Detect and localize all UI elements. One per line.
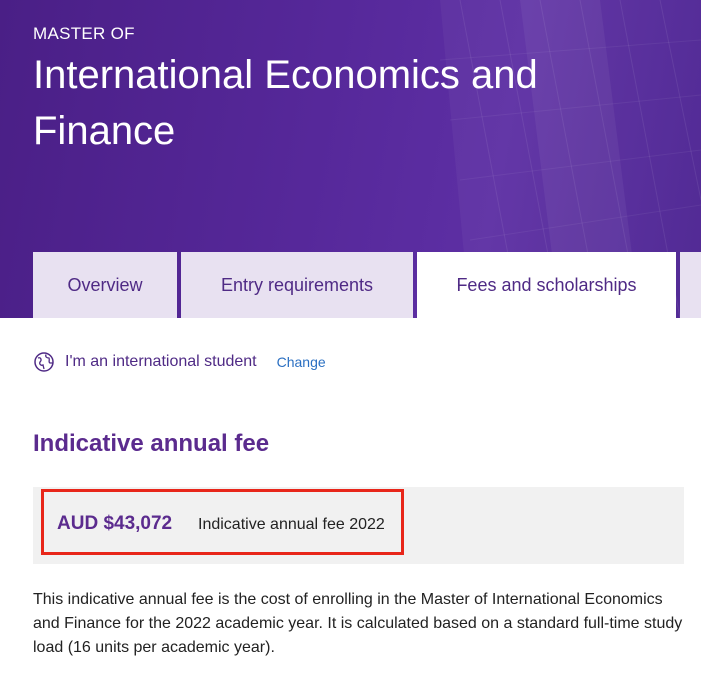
student-type-selector: I'm an international student Change [33,350,326,374]
tab-entry-requirements[interactable]: Entry requirements [181,252,413,318]
fee-description: This indicative annual fee is the cost o… [33,591,683,656]
fee-amount: AUD $43,072 [57,513,173,534]
change-student-type-link[interactable]: Change [277,354,326,370]
globe-icon [33,351,55,373]
page-title: International Economics and Finance [33,53,538,153]
section-title-indicative-fee: Indicative annual fee [33,430,270,457]
tab-more[interactable] [680,252,701,318]
course-level-label: MASTER OF [33,24,135,43]
tab-overview[interactable]: Overview [33,252,177,318]
fee-year-label: Indicative annual fee 2022 [198,516,385,533]
tab-fees-and-scholarships[interactable]: Fees and scholarships [417,252,676,318]
student-type-text: I'm an international student [65,353,257,370]
